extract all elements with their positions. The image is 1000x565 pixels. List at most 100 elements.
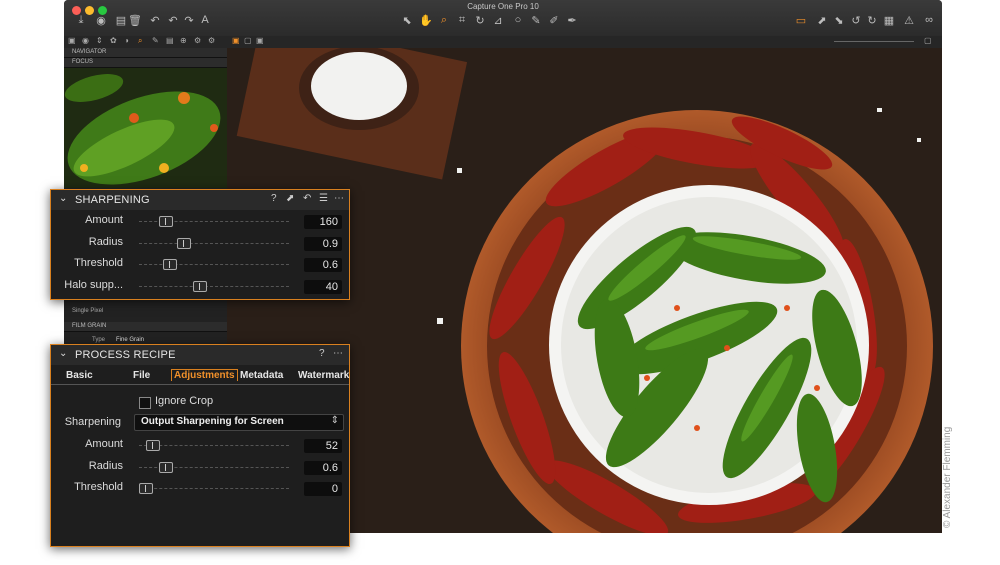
text-tool-icon[interactable]: A: [198, 14, 212, 26]
more-icon[interactable]: ⋯: [333, 348, 343, 359]
undo-all-icon[interactable]: ↶: [166, 14, 180, 27]
sharpening-row-label: Halo supp...: [64, 278, 123, 291]
recipe-row-value-field[interactable]: 52: [304, 439, 342, 453]
help-icon[interactable]: ?: [319, 348, 325, 359]
sharpening-row-slider-track[interactable]: [139, 285, 289, 287]
sharpening-row-label: Radius: [88, 235, 123, 248]
trash-icon[interactable]: 🗑: [128, 14, 142, 27]
recipe-row-slider-track[interactable]: [139, 445, 289, 446]
warning-icon[interactable]: ⚠: [902, 14, 916, 27]
refresh-icon[interactable]: ↻: [865, 14, 879, 27]
metadata-tab-icon[interactable]: ▤: [166, 36, 174, 45]
sharpening-row-value-field[interactable]: 0.9: [304, 236, 342, 251]
color-tab-icon[interactable]: ✿: [110, 36, 117, 45]
sharpening-row-slider-track[interactable]: [139, 264, 289, 265]
glasses-icon[interactable]: ∞: [922, 14, 936, 26]
recipe-row-value-field[interactable]: 0.6: [304, 460, 342, 475]
rotate-tool-icon[interactable]: ↻: [473, 14, 487, 27]
keystone-tool-icon[interactable]: ⊿: [491, 14, 505, 27]
recipe-row-label: Radius: [88, 459, 123, 472]
sharpening-row-slider-handle[interactable]: [177, 237, 192, 249]
lens-tab-icon[interactable]: ⇕: [96, 36, 103, 45]
undo-icon[interactable]: ↶: [148, 14, 162, 27]
zoom-slider-icon[interactable]: [834, 41, 914, 42]
recipe-row-label: Amount: [85, 438, 123, 450]
multi-view-icon[interactable]: ▢: [244, 36, 252, 45]
sharpening-row-value-field[interactable]: 160: [304, 215, 342, 229]
batch-tab-icon[interactable]: ⚙: [194, 36, 201, 45]
grain-type-label: Type: [92, 337, 106, 343]
sharpening-row-label: Threshold: [74, 257, 123, 269]
wb-picker-icon[interactable]: ✒: [565, 14, 579, 27]
updown-chevron-icon: ⇕: [330, 415, 339, 426]
help-icon[interactable]: ?: [271, 193, 277, 204]
process-recipe-panel: ⌄ PROCESS RECIPE ? ⋯ Basic File Adjustme…: [50, 344, 350, 547]
tab-watermark[interactable]: Watermark: [298, 370, 349, 381]
app-title: Capture One Pro 10: [467, 2, 539, 11]
compare-view-icon[interactable]: ▣: [256, 36, 264, 45]
details-tab-icon[interactable]: ⌕: [138, 36, 142, 46]
apply-icon[interactable]: ⬈: [815, 14, 829, 27]
sharpening-header: ⌄ SHARPENING ? ⬈ ↶ ☰ ⋯: [51, 190, 349, 210]
single-view-icon[interactable]: ▣: [232, 36, 240, 45]
spot-tool-icon[interactable]: ○: [511, 14, 525, 26]
pointer-tool-icon[interactable]: ⬉: [400, 14, 414, 27]
camera-icon[interactable]: ◉: [94, 14, 108, 27]
exposure-tab-icon[interactable]: ◑: [124, 36, 129, 45]
focus-preview: [64, 68, 227, 188]
tab-file[interactable]: File: [133, 370, 150, 381]
tab-basic[interactable]: Basic: [66, 370, 93, 381]
grain-type-value[interactable]: Fine Grain: [116, 337, 144, 343]
sharpening-row-slider-handle[interactable]: [159, 216, 174, 227]
sharpening-row-slider-handle[interactable]: [193, 280, 208, 292]
grid-icon[interactable]: ▦: [882, 14, 896, 27]
reset-icon[interactable]: ↺: [849, 14, 863, 27]
copy-icon[interactable]: ⬊: [832, 14, 846, 27]
sharpening-row-slider-handle[interactable]: [163, 259, 178, 270]
sharpening-mode-value: Output Sharpening for Screen: [141, 416, 284, 427]
capture-tab-icon[interactable]: ◉: [82, 36, 89, 45]
presets-icon[interactable]: ☰: [319, 193, 328, 204]
crop-tool-icon[interactable]: ⌗: [455, 14, 469, 27]
sharpening-mode-select[interactable]: Output Sharpening for Screen ⇕: [134, 414, 344, 431]
output-tab-icon[interactable]: ⊕: [180, 36, 187, 45]
folder-icon[interactable]: ▤: [114, 14, 128, 27]
fit-icon[interactable]: ▢: [924, 36, 932, 45]
recipe-row-label: Threshold: [74, 481, 123, 493]
sharpening-row-value-field[interactable]: 40: [304, 279, 342, 294]
reset-icon[interactable]: ↶: [303, 193, 311, 204]
photo-credit: © Alexander Flemming: [942, 426, 953, 528]
settings-tab-icon[interactable]: ⚙: [208, 36, 215, 45]
focus-header[interactable]: FOCUS: [64, 58, 227, 68]
stack-icon[interactable]: ▭: [794, 14, 808, 27]
single-pixel-label: Single Pixel: [72, 308, 104, 314]
sharpening-title: SHARPENING: [75, 194, 150, 206]
pan-tool-icon[interactable]: ✋: [419, 14, 433, 27]
picker-tool-icon[interactable]: ✐: [547, 14, 561, 27]
import-icon[interactable]: ⤓: [74, 14, 88, 27]
recipe-row-value-field[interactable]: 0: [304, 482, 342, 496]
sharpening-panel: ⌄ SHARPENING ? ⬈ ↶ ☰ ⋯ Amount 160 Radius 0.…: [50, 189, 350, 300]
adjust-tab-icon[interactable]: ✎: [152, 36, 159, 45]
sharpening-row-slider-track[interactable]: [139, 242, 289, 244]
ignore-crop-label: Ignore Crop: [155, 395, 214, 407]
recipe-row-slider-handle[interactable]: [139, 483, 153, 494]
zoom-tool-icon[interactable]: ⌕: [437, 14, 451, 27]
more-icon[interactable]: ⋯: [334, 193, 344, 204]
sharpening-row-value-field[interactable]: 0.6: [304, 258, 342, 272]
chevron-down-icon[interactable]: ⌄: [59, 193, 67, 204]
sharpening-mode-label: Sharpening: [64, 416, 121, 428]
tab-metadata[interactable]: Metadata: [240, 370, 283, 381]
redo-icon[interactable]: ↷: [182, 14, 196, 27]
recipe-row-slider-track[interactable]: [139, 488, 289, 489]
film-grain-header[interactable]: FILM GRAIN: [64, 322, 227, 332]
copy-apply-icon[interactable]: ⬈: [286, 193, 294, 204]
navigator-header[interactable]: NAVIGATOR: [64, 48, 227, 58]
tab-adjustments[interactable]: Adjustments: [171, 369, 238, 381]
brush-tool-icon[interactable]: ✎: [529, 14, 543, 27]
ignore-crop-checkbox[interactable]: [139, 397, 151, 409]
recipe-row-slider-handle[interactable]: [145, 440, 160, 451]
recipe-row-slider-handle[interactable]: [159, 461, 174, 473]
library-tab-icon[interactable]: ▣: [68, 36, 76, 45]
chevron-down-icon[interactable]: ⌄: [59, 348, 67, 359]
